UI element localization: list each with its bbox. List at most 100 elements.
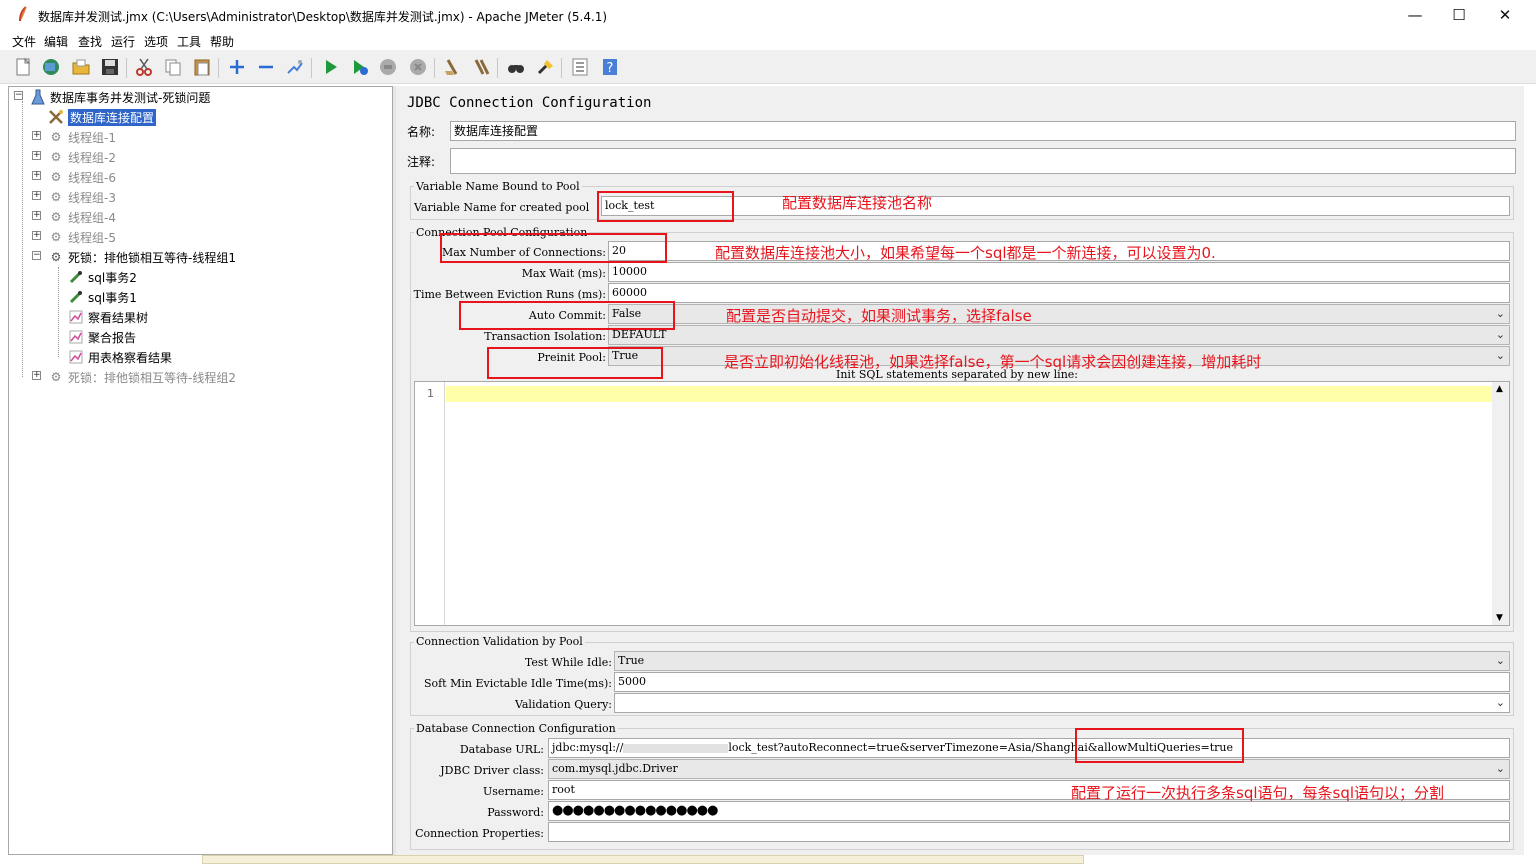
shutdown-icon[interactable] bbox=[407, 56, 429, 78]
save-icon[interactable] bbox=[99, 56, 121, 78]
toolbar-separator bbox=[218, 58, 219, 78]
db-url-prefix: jdbc:mysql:// bbox=[552, 741, 624, 754]
tree-item-listener[interactable]: 聚合报告 bbox=[67, 327, 136, 347]
tree-item-label: 线程组-1 bbox=[68, 130, 116, 145]
copy-icon[interactable] bbox=[162, 56, 184, 78]
gear-icon: ⚙ bbox=[50, 190, 62, 204]
scroll-down-icon[interactable]: ▼ bbox=[1496, 613, 1503, 623]
tree-expander[interactable]: − bbox=[14, 91, 23, 100]
templates-icon[interactable] bbox=[40, 56, 62, 78]
cut-icon[interactable] bbox=[133, 56, 155, 78]
tree-expander[interactable]: + bbox=[32, 171, 41, 180]
minimize-button[interactable]: — bbox=[1392, 4, 1438, 26]
stop-icon[interactable] bbox=[377, 56, 399, 78]
init-sql-editor[interactable]: 1 ▲ ▼ bbox=[414, 381, 1510, 626]
jmeter-feather-icon bbox=[19, 6, 27, 22]
menu-options[interactable]: 选项 bbox=[144, 33, 168, 50]
reset-search-icon[interactable] bbox=[534, 56, 556, 78]
tree-item-label: 察看结果树 bbox=[88, 310, 149, 325]
menu-tools[interactable]: 工具 bbox=[177, 33, 201, 50]
new-icon[interactable] bbox=[12, 56, 34, 78]
tree-expander[interactable]: + bbox=[32, 231, 41, 240]
max-wait-field[interactable]: 10000 bbox=[608, 262, 1510, 282]
graph-icon bbox=[67, 308, 85, 326]
chevron-down-icon: ⌄ bbox=[1495, 328, 1505, 341]
chevron-down-icon: ⌄ bbox=[1495, 762, 1505, 775]
vertical-scrollbar[interactable]: ▲ ▼ bbox=[1492, 382, 1509, 625]
tree-item-thread-group[interactable]: ⚙ 死锁：排他锁相互等待-线程组2 bbox=[47, 367, 236, 387]
start-no-pause-icon[interactable] bbox=[349, 56, 371, 78]
chevron-down-icon: ⌄ bbox=[1495, 696, 1505, 709]
validation-query-label: Validation Query: bbox=[514, 698, 612, 711]
var-name-label: Variable Name for created pool bbox=[414, 201, 590, 214]
driver-value: com.mysql.jdbc.Driver bbox=[552, 762, 678, 775]
isolation-label: Transaction Isolation: bbox=[484, 330, 606, 343]
tree-item-label: 用表格察看结果 bbox=[88, 350, 173, 365]
db-url-field[interactable]: jdbc:mysql://lock_test?autoReconnect=tru… bbox=[548, 738, 1510, 758]
tree-expander[interactable]: + bbox=[32, 371, 41, 380]
window-title: 数据库并发测试.jmx (C:\Users\Administrator\Desk… bbox=[38, 10, 608, 24]
function-helper-icon[interactable] bbox=[569, 56, 591, 78]
toggle-icon[interactable] bbox=[284, 56, 306, 78]
tree-item-sampler[interactable]: sql事务1 bbox=[67, 287, 137, 307]
tree-item-label: 线程组-3 bbox=[68, 190, 116, 205]
tree-expander[interactable]: + bbox=[32, 151, 41, 160]
tree-item-db-config[interactable]: 数据库连接配置 bbox=[47, 107, 157, 127]
tree-item-sampler[interactable]: sql事务2 bbox=[67, 267, 137, 287]
pool-name-group-title: Variable Name Bound to Pool bbox=[414, 180, 582, 193]
soft-min-field[interactable]: 5000 bbox=[614, 672, 1510, 692]
open-icon[interactable] bbox=[70, 56, 92, 78]
menu-file[interactable]: 文件 bbox=[12, 33, 36, 50]
var-name-field[interactable]: lock_test bbox=[601, 196, 1510, 216]
expand-icon[interactable] bbox=[226, 56, 248, 78]
menu-help[interactable]: 帮助 bbox=[210, 33, 234, 50]
tree-expander[interactable]: + bbox=[32, 131, 41, 140]
panel-title: JDBC Connection Configuration bbox=[407, 95, 652, 111]
tree-item-thread-group[interactable]: ⚙ 死锁：排他锁相互等待-线程组1 bbox=[47, 247, 236, 267]
menu-run[interactable]: 运行 bbox=[111, 33, 135, 50]
status-band bbox=[202, 855, 1084, 864]
tree-expander[interactable]: + bbox=[32, 211, 41, 220]
eviction-field[interactable]: 60000 bbox=[608, 283, 1510, 303]
pipette-icon bbox=[67, 288, 85, 306]
paste-icon[interactable] bbox=[191, 56, 213, 78]
test-idle-select[interactable]: True ⌄ bbox=[614, 651, 1510, 671]
eviction-label: Time Between Eviction Runs (ms): bbox=[413, 288, 606, 301]
tree-item-listener[interactable]: 用表格察看结果 bbox=[67, 347, 172, 367]
menu-edit[interactable]: 编辑 bbox=[44, 33, 68, 50]
tree-item-thread-group[interactable]: ⚙ 线程组-4 bbox=[47, 207, 116, 227]
annotation-multi-queries: 配置了运行一次执行多条sql语句，每条sql语句以；分割 bbox=[1071, 784, 1445, 802]
tree-item-label: 聚合报告 bbox=[88, 330, 137, 345]
help-icon[interactable]: ? bbox=[599, 56, 621, 78]
tree-item-listener[interactable]: 察看结果树 bbox=[67, 307, 148, 327]
line-number: 1 bbox=[427, 387, 434, 400]
maximize-button[interactable]: ☐ bbox=[1436, 4, 1482, 26]
validation-query-select[interactable]: ⌄ bbox=[614, 693, 1510, 713]
search-icon[interactable] bbox=[505, 56, 527, 78]
clear-icon[interactable] bbox=[441, 56, 463, 78]
scroll-up-icon[interactable]: ▲ bbox=[1496, 384, 1503, 394]
close-button[interactable]: ✕ bbox=[1482, 4, 1528, 26]
tree-item-thread-group[interactable]: ⚙ 线程组-1 bbox=[47, 127, 116, 147]
graph-icon bbox=[67, 328, 85, 346]
redacted-host bbox=[623, 743, 729, 753]
password-field[interactable]: ●●●●●●●●●●●●●●●● bbox=[548, 801, 1510, 821]
comment-field[interactable] bbox=[450, 148, 1516, 174]
tree-item-thread-group[interactable]: ⚙ 线程组-2 bbox=[47, 147, 116, 167]
name-field[interactable]: 数据库连接配置 bbox=[450, 121, 1516, 141]
tree-item-thread-group[interactable]: ⚙ 线程组-5 bbox=[47, 227, 116, 247]
clear-all-icon[interactable] bbox=[470, 56, 492, 78]
start-icon[interactable] bbox=[320, 56, 342, 78]
tree-expander[interactable]: + bbox=[32, 191, 41, 200]
tree-expander[interactable]: − bbox=[32, 251, 41, 260]
tree-item-thread-group[interactable]: ⚙ 线程组-3 bbox=[47, 187, 116, 207]
svg-text:?: ? bbox=[607, 61, 614, 76]
isolation-select[interactable]: DEFAULT ⌄ bbox=[608, 325, 1510, 345]
driver-select[interactable]: com.mysql.jdbc.Driver ⌄ bbox=[548, 759, 1510, 779]
tree-item-thread-group[interactable]: ⚙ 线程组-6 bbox=[47, 167, 116, 187]
collapse-icon[interactable] bbox=[255, 56, 277, 78]
conn-props-field[interactable] bbox=[548, 822, 1510, 842]
menu-search[interactable]: 查找 bbox=[78, 33, 102, 50]
config-panel: JDBC Connection Configuration 名称: 数据库连接配… bbox=[396, 86, 1524, 855]
tree-root-node[interactable]: 数据库事务并发测试-死锁问题 bbox=[29, 87, 210, 107]
